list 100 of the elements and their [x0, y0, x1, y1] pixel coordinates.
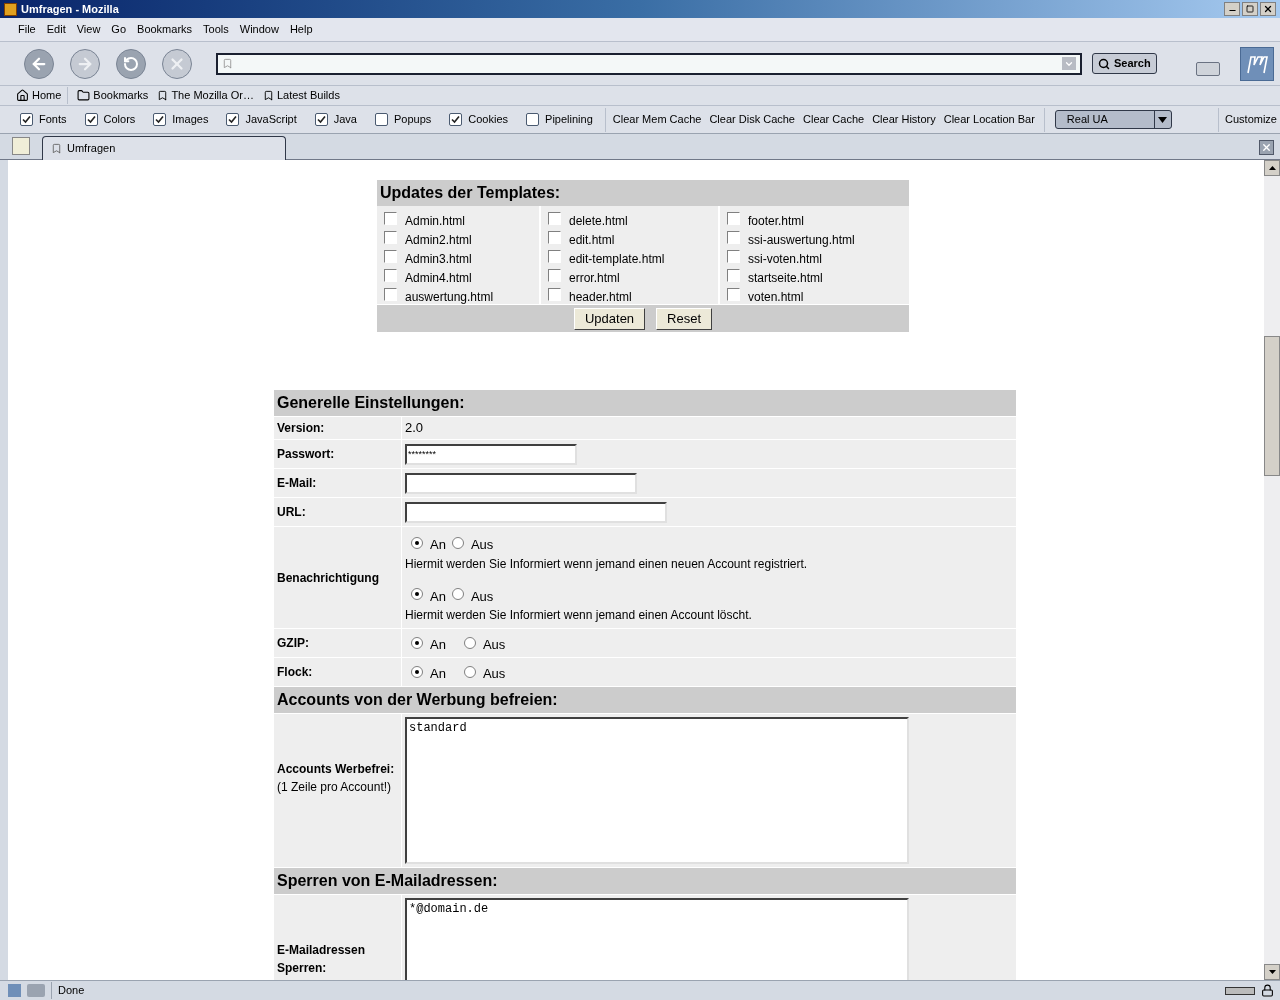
section-heading: Updates der Templates: — [379, 183, 562, 203]
checkbox-label: JavaScript — [245, 112, 297, 128]
checkbox-label: Colors — [103, 112, 136, 128]
section-heading: Sperren von E-Mailadressen: — [274, 868, 1016, 894]
customize-button[interactable]: Customize — [1225, 111, 1280, 128]
close-tab-button[interactable] — [1259, 140, 1274, 155]
checkbox[interactable] — [384, 212, 397, 225]
text-area[interactable]: standard — [405, 717, 909, 864]
radio-button[interactable] — [411, 536, 423, 549]
option-note: Hiermit werden Sie Informiert wenn jemand einen Account löscht. — [405, 607, 753, 624]
form-button[interactable]: Updaten — [573, 307, 646, 330]
checkbox[interactable] — [548, 269, 561, 282]
close-icon — [1261, 142, 1272, 153]
file-label: startseite.html — [748, 269, 823, 287]
field-label: E-Mail: — [277, 475, 318, 492]
checkbox[interactable] — [384, 250, 397, 263]
checkbox[interactable] — [20, 113, 33, 126]
menu-item[interactable]: Go — [111, 21, 127, 38]
checkbox[interactable] — [226, 113, 240, 126]
checkbox-label: Popups — [394, 112, 432, 128]
menu-item[interactable]: Window — [239, 21, 279, 38]
close-button[interactable] — [1260, 2, 1276, 16]
input-field[interactable] — [405, 472, 637, 494]
user-agent-select[interactable]: Real UA — [1054, 110, 1172, 129]
toolbar-button[interactable]: Clear Mem Cache — [612, 111, 702, 128]
radio-button[interactable] — [411, 588, 423, 601]
checkbox[interactable] — [384, 288, 397, 301]
tab[interactable]: Umfragen — [42, 136, 286, 160]
checkbox[interactable] — [727, 269, 740, 282]
bookmark-item[interactable]: Latest Builds — [262, 87, 340, 104]
checkbox[interactable] — [384, 269, 397, 282]
menu-item[interactable]: Help — [289, 21, 313, 38]
checkbox[interactable] — [727, 288, 740, 301]
location-bar[interactable] — [216, 52, 1082, 75]
checkbox[interactable] — [314, 113, 328, 126]
checkbox[interactable] — [375, 113, 388, 126]
minimize-button[interactable] — [1224, 2, 1240, 16]
field-label: GZIP: — [277, 635, 310, 652]
radio-button[interactable] — [451, 588, 464, 601]
file-label: Admin.html — [405, 212, 466, 230]
radio-label: An — [430, 665, 446, 684]
bookmark-icon — [157, 90, 169, 101]
bookmark-item[interactable]: The Mozilla Or… — [157, 87, 254, 104]
search-button[interactable]: Search — [1092, 53, 1157, 74]
field-label: Version: — [277, 420, 326, 437]
option-note: Hiermit werden Sie Informiert wenn jemand einen neuen Account registriert. — [405, 555, 808, 573]
bookmark-item[interactable]: Home — [16, 87, 69, 104]
checkbox-label: Pipelining — [545, 112, 593, 128]
file-label: edit.html — [569, 231, 615, 249]
menu-item[interactable]: Tools — [203, 21, 229, 38]
checkbox[interactable] — [548, 231, 561, 244]
radio-button[interactable] — [463, 666, 476, 678]
toolbar-button[interactable]: Clear Disk Cache — [709, 111, 795, 128]
stop-button[interactable] — [162, 48, 192, 79]
forward-button[interactable] — [70, 48, 100, 79]
checkbox-label: Fonts — [39, 112, 67, 128]
checkbox[interactable] — [727, 250, 740, 263]
file-label: auswertung.html — [405, 288, 494, 306]
scroll-thumb[interactable] — [1264, 336, 1280, 476]
lock-icon — [1261, 984, 1274, 997]
file-label: error.html — [569, 269, 620, 287]
file-label: voten.html — [748, 288, 804, 306]
menu-item[interactable]: File — [18, 21, 36, 38]
checkbox[interactable] — [548, 212, 561, 225]
reload-icon — [123, 55, 139, 72]
form-button[interactable]: Reset — [656, 307, 713, 330]
radio-button[interactable] — [411, 666, 423, 678]
menu-item[interactable]: Bookmarks — [137, 21, 193, 38]
checkbox[interactable] — [526, 113, 540, 126]
checkbox[interactable] — [449, 113, 463, 126]
checkbox[interactable] — [548, 288, 561, 301]
checkbox[interactable] — [548, 250, 561, 263]
scroll-down-button[interactable] — [1264, 964, 1280, 980]
checkbox[interactable] — [384, 231, 397, 244]
scrollbar[interactable] — [1264, 160, 1280, 980]
input-field[interactable] — [405, 501, 667, 523]
back-button[interactable] — [24, 48, 54, 79]
scroll-up-button[interactable] — [1264, 160, 1280, 176]
checkbox[interactable] — [153, 113, 167, 126]
checkbox[interactable] — [727, 212, 740, 225]
checkbox[interactable] — [727, 231, 740, 244]
menu-item[interactable]: View — [76, 21, 101, 38]
toolbar-button[interactable]: Clear Location Bar — [943, 111, 1035, 128]
restore-button[interactable] — [1242, 2, 1258, 16]
radio-button[interactable] — [463, 637, 476, 649]
bookmark-item[interactable]: Bookmarks — [77, 87, 149, 104]
radio-button[interactable] — [451, 536, 464, 549]
input-field[interactable]: ******** — [405, 443, 577, 465]
menu-item[interactable]: Edit — [46, 21, 66, 38]
reload-button[interactable] — [116, 48, 146, 79]
section-heading: Generelle Einstellungen: — [274, 390, 1016, 416]
new-tab-icon[interactable] — [12, 137, 30, 155]
checkbox[interactable] — [84, 113, 98, 126]
text-area[interactable]: *@domain.de — [405, 898, 909, 980]
file-label: edit-template.html — [569, 250, 665, 268]
radio-button[interactable] — [411, 637, 423, 649]
radio-label: Aus — [482, 636, 506, 655]
toolbar-button[interactable]: Clear Cache — [803, 111, 865, 128]
file-label: ssi-voten.html — [748, 250, 823, 268]
toolbar-button[interactable]: Clear History — [872, 111, 936, 128]
